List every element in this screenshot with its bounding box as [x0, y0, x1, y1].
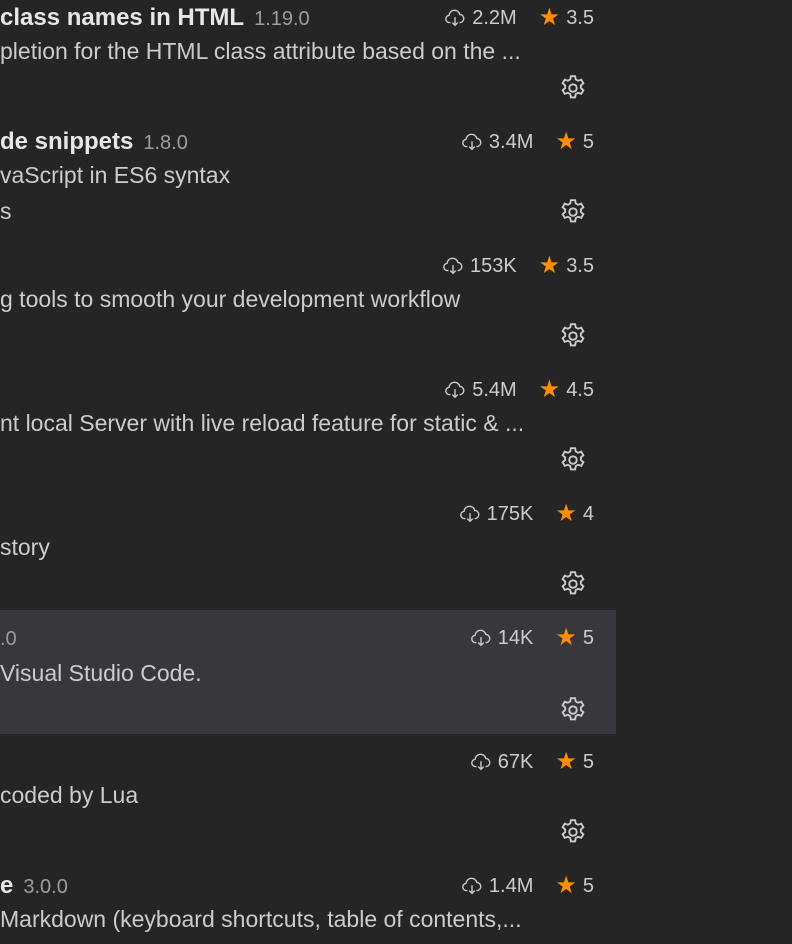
rating-value: 3.5 [566, 254, 594, 277]
gear-icon[interactable] [557, 72, 589, 104]
extension-item[interactable]: de snippets 1.8.0 3.4M ★ 5 vaScript in ES… [0, 122, 616, 246]
star-icon: ★ [555, 624, 577, 651]
extension-version: 1.19.0 [254, 8, 310, 30]
extension-item[interactable]: 67K ★ 5 coded by Lua [0, 742, 616, 866]
extension-stats: 175K ★ 4 [459, 500, 594, 528]
extension-item[interactable]: 153K ★ 3.5 g tools to smooth your develo… [0, 246, 616, 370]
extension-item[interactable]: 175K ★ 4 story [0, 494, 616, 618]
star-icon: ★ [555, 128, 577, 155]
download-count: 67K [497, 750, 534, 773]
extension-description: story [0, 534, 50, 560]
extension-description: coded by Lua [0, 782, 139, 808]
cloud-download-icon [442, 255, 464, 277]
extension-name: de snippets 1.8.0 [0, 128, 188, 155]
star-icon: ★ [538, 4, 561, 31]
extension-name [0, 252, 10, 280]
extension-item[interactable]: e 3.0.0 1.4M ★ 5 Markdown (keyboard short… [0, 866, 616, 944]
gear-icon[interactable] [557, 694, 589, 726]
extension-name [0, 500, 10, 528]
rating-value: 3.5 [566, 6, 594, 29]
extension-stats: 67K ★ 5 [470, 748, 594, 776]
rating-value: 4.5 [566, 378, 594, 401]
rating-value: 5 [582, 130, 594, 153]
extension-stats: 14K ★ 5 [470, 624, 594, 652]
cloud-download-icon [459, 503, 481, 525]
cloud-download-icon [461, 131, 483, 153]
gear-icon[interactable] [557, 320, 589, 352]
cloud-download-icon [470, 627, 492, 649]
download-count: 5.4M [472, 378, 517, 401]
extension-description: g tools to smooth your development workf… [0, 286, 461, 312]
download-count: 14K [497, 626, 534, 649]
extension-header: de snippets 1.8.0 3.4M ★ 5 [0, 124, 594, 156]
download-count: 153K [469, 254, 517, 277]
extension-name [0, 748, 10, 776]
cloud-download-icon [444, 7, 466, 29]
extension-name [0, 376, 10, 404]
star-icon: ★ [555, 500, 577, 527]
extensions-list[interactable]: class names in HTML 1.19.0 2.2M ★ 3.5 ple… [0, 0, 616, 944]
rating-value: 5 [582, 626, 594, 649]
scrollbar-track [616, 0, 792, 944]
extension-name: .0 [0, 624, 17, 652]
extension-version: 1.8.0 [143, 132, 188, 154]
gear-icon[interactable] [557, 196, 589, 228]
rating-value: 4 [582, 502, 594, 525]
extension-name: e 3.0.0 [0, 872, 68, 899]
rating-value: 5 [582, 874, 594, 897]
download-count: 2.2M [472, 6, 517, 29]
extension-stats: 153K ★ 3.5 [442, 252, 594, 280]
cloud-download-icon [470, 751, 492, 773]
gear-icon[interactable] [557, 568, 589, 600]
extension-stats: 1.4M ★ 5 [461, 872, 594, 900]
extension-version: .0 [0, 628, 17, 650]
extension-header: 67K ★ 5 [0, 744, 594, 776]
download-count: 1.4M [488, 874, 534, 897]
extension-header: 153K ★ 3.5 [0, 248, 594, 280]
extension-description: Visual Studio Code. [0, 660, 202, 686]
extension-item-selected[interactable]: .0 14K ★ 5 Visual Studio Code. [0, 610, 616, 734]
extension-header: e 3.0.0 1.4M ★ 5 [0, 868, 594, 900]
extension-description: vaScript in ES6 syntax [0, 162, 231, 188]
extension-header: class names in HTML 1.19.0 2.2M ★ 3.5 [0, 0, 594, 32]
star-icon: ★ [555, 872, 577, 899]
download-count: 3.4M [488, 130, 534, 153]
rating-value: 5 [582, 750, 594, 773]
extension-publisher: s [0, 198, 12, 224]
extension-description: Markdown (keyboard shortcuts, table of c… [0, 906, 522, 932]
extension-item[interactable]: class names in HTML 1.19.0 2.2M ★ 3.5 ple… [0, 0, 616, 122]
star-icon: ★ [538, 252, 561, 279]
extension-description: pletion for the HTML class attribute bas… [0, 38, 521, 64]
star-icon: ★ [538, 376, 561, 403]
extension-header: 175K ★ 4 [0, 496, 594, 528]
extension-version: 3.0.0 [23, 876, 68, 898]
extension-item[interactable]: 5.4M ★ 4.5 nt local Server with live rel… [0, 370, 616, 494]
gear-icon[interactable] [557, 444, 589, 476]
extension-stats: 5.4M ★ 4.5 [444, 376, 594, 404]
gear-icon[interactable] [557, 816, 589, 848]
extension-name: class names in HTML 1.19.0 [0, 4, 310, 31]
download-count: 175K [486, 502, 534, 525]
cloud-download-icon [444, 379, 466, 401]
cloud-download-icon [461, 875, 483, 897]
extension-description: nt local Server with live reload feature… [0, 410, 525, 436]
extension-header: 5.4M ★ 4.5 [0, 372, 594, 404]
star-icon: ★ [555, 748, 577, 775]
extension-stats: 3.4M ★ 5 [461, 128, 594, 156]
extension-header: .0 14K ★ 5 [0, 620, 594, 652]
extension-stats: 2.2M ★ 3.5 [444, 4, 594, 32]
